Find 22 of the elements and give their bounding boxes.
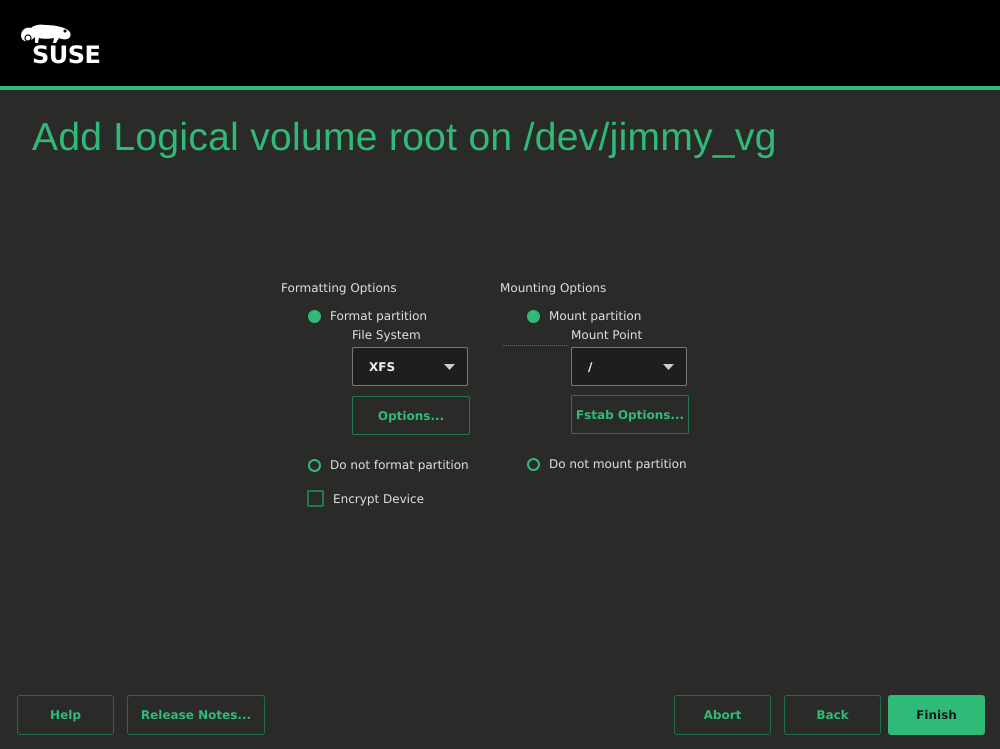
caret-icon	[444, 364, 455, 370]
dropdown[interactable]: /	[571, 347, 687, 386]
options-button[interactable]: Options...	[352, 396, 470, 435]
footer-button[interactable]: Abort	[674, 695, 771, 735]
radio-option[interactable]: Mount partition	[527, 309, 642, 323]
field-label: Mount Point	[571, 328, 644, 342]
options-button[interactable]: Fstab Options...	[571, 395, 689, 434]
dropdown[interactable]: XFS	[352, 347, 468, 386]
logo-text: SUSE	[32, 43, 100, 67]
radio-option[interactable]: Do not mount partition	[527, 457, 687, 471]
footer-button[interactable]: Back	[784, 695, 881, 735]
section-heading: Formatting Options	[281, 281, 398, 297]
footer-button[interactable]: Finish	[888, 695, 985, 735]
footer-button[interactable]: Help	[17, 695, 114, 735]
radio-option[interactable]: Do not format partition	[308, 458, 469, 472]
page-title: Add Logical volume root on /dev/jimmy_vg	[32, 116, 778, 160]
footer-button[interactable]: Release Notes...	[127, 695, 265, 735]
checkbox-option[interactable]: Encrypt Device	[307, 490, 424, 507]
caret-icon	[663, 364, 674, 370]
section-heading: Mounting Options	[500, 281, 608, 297]
radio-option[interactable]: Format partition	[308, 309, 428, 323]
field-label: File System	[352, 328, 422, 342]
